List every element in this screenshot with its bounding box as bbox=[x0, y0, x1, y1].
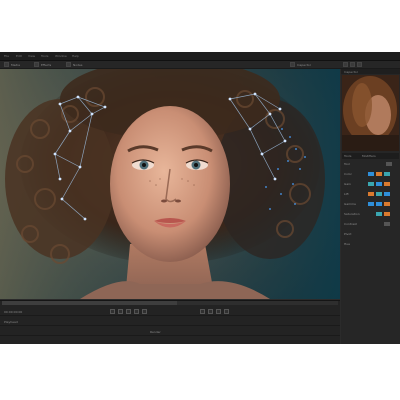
track-row[interactable]: Render bbox=[0, 327, 340, 336]
timeline-panel: 00:00:00:00 Playhead Render bbox=[0, 300, 340, 344]
layout-icon[interactable] bbox=[343, 62, 348, 67]
inspector-panel: Inspector Tools Modifiers Tool Color Gai… bbox=[341, 69, 400, 344]
blue-swatch[interactable] bbox=[384, 191, 390, 196]
blue-swatch[interactable] bbox=[368, 171, 374, 176]
inspector-title: Inspector bbox=[344, 70, 358, 74]
property-list: Tool Color Gain Lift Gamma Saturation Co… bbox=[342, 161, 399, 341]
menu-view[interactable]: View bbox=[28, 54, 35, 58]
split-icon[interactable] bbox=[350, 62, 355, 67]
transport-row: 00:00:00:00 bbox=[0, 307, 340, 316]
property-row[interactable]: Tool bbox=[342, 161, 399, 166]
property-row[interactable]: Saturation bbox=[342, 211, 399, 216]
teal-swatch[interactable] bbox=[368, 181, 374, 186]
loop-icon[interactable] bbox=[200, 308, 205, 314]
property-row[interactable]: Pivot bbox=[342, 231, 399, 236]
blue-swatch[interactable] bbox=[368, 201, 374, 206]
menu-tools[interactable]: Tools bbox=[41, 54, 48, 58]
stop-icon[interactable] bbox=[126, 308, 131, 314]
inspector-header: Inspector bbox=[341, 69, 400, 74]
teal-swatch[interactable] bbox=[376, 211, 382, 216]
menu-window[interactable]: Window bbox=[55, 54, 67, 58]
row-swatch bbox=[384, 221, 390, 226]
inspector-tabs: Tools Modifiers bbox=[342, 153, 399, 159]
toolbar-effects-label[interactable]: Effects bbox=[41, 63, 51, 67]
orange-swatch[interactable] bbox=[384, 181, 390, 186]
skip-forward-icon[interactable] bbox=[142, 308, 147, 314]
menu-help[interactable]: Help bbox=[72, 54, 79, 58]
property-row[interactable]: Color bbox=[342, 171, 399, 176]
teal-swatch[interactable] bbox=[376, 191, 382, 196]
row-swatch bbox=[386, 161, 392, 166]
nodes-icon[interactable] bbox=[66, 62, 71, 67]
property-row[interactable]: Hue bbox=[342, 241, 399, 246]
property-row[interactable]: Lift bbox=[342, 191, 399, 196]
media-icon[interactable] bbox=[4, 62, 9, 67]
portrait-image bbox=[0, 69, 340, 299]
skip-back-icon[interactable] bbox=[110, 308, 115, 314]
toolbar-inspector-label[interactable]: Inspector bbox=[297, 63, 311, 67]
orange-swatch[interactable] bbox=[384, 201, 390, 206]
toolbar-media-label[interactable]: Media bbox=[11, 63, 20, 67]
thumbnail-image bbox=[342, 75, 399, 151]
playhead-label: Playhead bbox=[4, 319, 18, 324]
orange-swatch[interactable] bbox=[368, 191, 374, 196]
menu-file[interactable]: File bbox=[4, 54, 9, 58]
viewer-canvas[interactable] bbox=[0, 69, 340, 299]
render-label[interactable]: Render bbox=[150, 330, 161, 334]
property-row[interactable]: Gain bbox=[342, 181, 399, 186]
track-row[interactable]: Playhead bbox=[0, 317, 340, 326]
timeline-scrubber[interactable] bbox=[2, 301, 338, 305]
timecode: 00:00:00:00 bbox=[4, 309, 23, 314]
play-icon[interactable] bbox=[134, 308, 139, 314]
editor-window: File Edit View Tools Window Help Media E… bbox=[0, 52, 400, 344]
blue-swatch[interactable] bbox=[376, 201, 382, 206]
blue-swatch[interactable] bbox=[376, 181, 382, 186]
property-row[interactable]: Gamma bbox=[342, 201, 399, 206]
tab-tools[interactable]: Tools bbox=[344, 154, 351, 158]
scrubber-fill bbox=[2, 301, 177, 305]
zoom-icon[interactable] bbox=[224, 308, 229, 314]
property-row[interactable]: Contrast bbox=[342, 221, 399, 226]
orange-swatch[interactable] bbox=[384, 211, 390, 216]
keyframe-icon[interactable] bbox=[216, 308, 221, 314]
menu-bar: File Edit View Tools Window Help bbox=[0, 52, 400, 61]
play-reverse-icon[interactable] bbox=[118, 308, 123, 314]
teal-swatch[interactable] bbox=[384, 171, 390, 176]
settings-icon[interactable] bbox=[357, 62, 362, 67]
marker-icon[interactable] bbox=[208, 308, 213, 314]
preview-thumbnail[interactable] bbox=[342, 75, 399, 151]
orange-swatch[interactable] bbox=[376, 171, 382, 176]
toolbar-nodes-label[interactable]: Nodes bbox=[73, 63, 82, 67]
toolbar: Media Effects Nodes Inspector bbox=[0, 61, 400, 69]
tab-modifiers[interactable]: Modifiers bbox=[362, 154, 376, 158]
effects-icon[interactable] bbox=[34, 62, 39, 67]
menu-edit[interactable]: Edit bbox=[16, 54, 22, 58]
inspector-icon[interactable] bbox=[290, 62, 295, 67]
